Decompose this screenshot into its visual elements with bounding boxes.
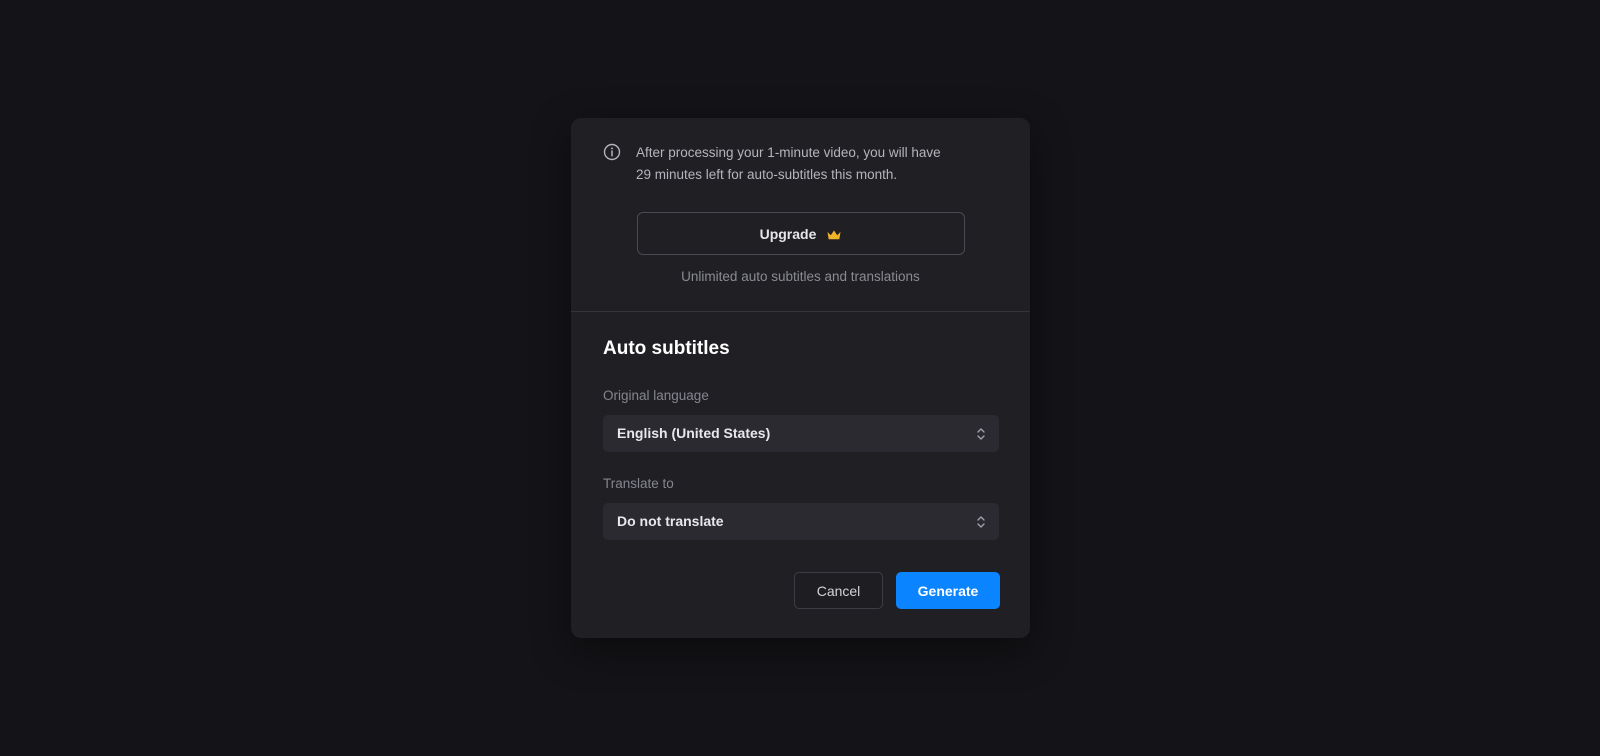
original-language-label: Original language: [603, 388, 709, 403]
usage-notice: After processing your 1-minute video, yo…: [571, 118, 1030, 312]
upgrade-subtext: Unlimited auto subtitles and translation…: [681, 269, 920, 284]
translate-to-select[interactable]: Do not translate: [603, 503, 999, 540]
cancel-button[interactable]: Cancel: [794, 572, 883, 609]
generate-button[interactable]: Generate: [896, 572, 1000, 609]
upgrade-button-label: Upgrade: [759, 225, 817, 242]
chevron-up-down-icon: [976, 426, 986, 442]
translate-to-value: Do not translate: [617, 513, 724, 529]
original-language-select[interactable]: English (United States): [603, 415, 999, 452]
auto-subtitles-dialog: After processing your 1-minute video, yo…: [571, 118, 1030, 638]
usage-notice-line-2: 29 minutes left for auto-subtitles this …: [636, 167, 898, 182]
dialog-title: Auto subtitles: [603, 338, 730, 359]
chevron-up-down-icon: [976, 514, 986, 530]
translate-to-label: Translate to: [603, 476, 674, 491]
usage-notice-line-1: After processing your 1-minute video, yo…: [636, 145, 941, 160]
crown-icon: [826, 228, 842, 240]
original-language-value: English (United States): [617, 425, 771, 441]
usage-notice-text: After processing your 1-minute video, yo…: [636, 142, 996, 186]
info-icon: [603, 143, 621, 161]
upgrade-button[interactable]: Upgrade: [637, 212, 965, 255]
